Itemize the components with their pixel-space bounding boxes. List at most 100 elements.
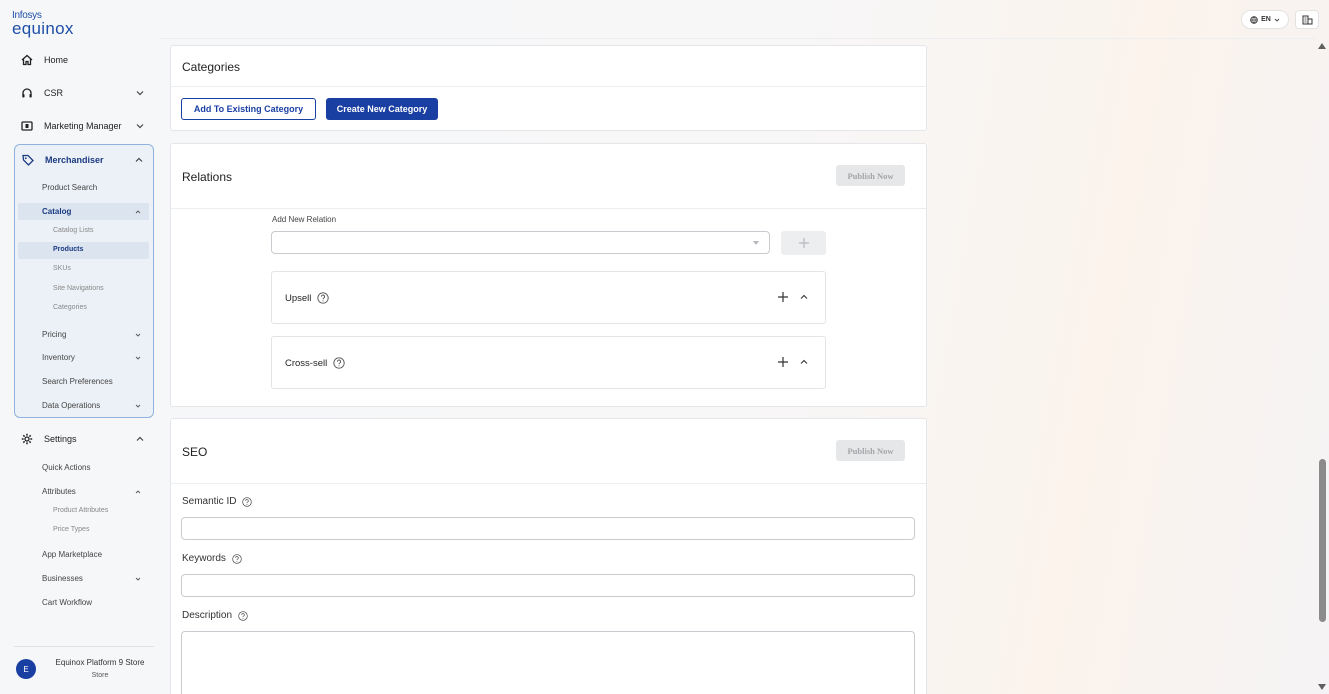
brand-logo[interactable]: Infosys equinox [12, 11, 74, 38]
chevron-down-icon [136, 91, 144, 96]
sidebar-item-businesses[interactable]: Businesses [42, 574, 83, 583]
chevron-down-icon [1274, 18, 1280, 22]
categories-card: Categories Add To Existing Category Crea… [170, 45, 927, 131]
add-new-relation-label: Add New Relation [272, 215, 337, 224]
sidebar-item-price-types[interactable]: Price Types [53, 526, 89, 533]
topbar-divider [160, 38, 1315, 39]
sidebar-item-label: Settings [44, 434, 77, 444]
semantic-id-label-row: Semantic ID [182, 496, 253, 507]
sidebar-item-catalog-lists[interactable]: Catalog Lists [53, 227, 93, 234]
scrollbar-thumb[interactable] [1319, 459, 1326, 622]
sidebar-item-product-attributes[interactable]: Product Attributes [53, 507, 108, 514]
headset-icon [20, 86, 34, 100]
sidebar-item-catalog-highlight [18, 203, 149, 220]
sidebar-item-product-search[interactable]: Product Search [42, 183, 97, 192]
caret-down-icon [753, 241, 759, 245]
sidebar-item-label: Marketing Manager [44, 121, 122, 131]
create-new-category-button[interactable]: Create New Category [326, 98, 438, 120]
chevron-down-icon [135, 333, 141, 337]
add-to-existing-category-button[interactable]: Add To Existing Category [181, 98, 316, 120]
store-switcher-button[interactable] [1295, 10, 1319, 29]
chevron-up-icon [135, 157, 143, 162]
sidebar: Infosys equinox Home CSR Marketing Manag… [0, 0, 160, 694]
collapse-upsell-chevron-up-icon[interactable] [799, 292, 809, 302]
sidebar-item-label: Merchandiser [45, 155, 104, 165]
add-cross-sell-plus-icon[interactable] [777, 356, 789, 368]
keywords-input[interactable] [181, 574, 915, 597]
chevron-up-icon [136, 436, 144, 441]
language-label: EN [1261, 16, 1271, 23]
sidebar-item-quick-actions[interactable]: Quick Actions [42, 463, 90, 472]
sidebar-item-cart-workflow[interactable]: Cart Workflow [42, 598, 92, 607]
sidebar-item-products[interactable]: Products [53, 246, 83, 253]
chevron-down-icon [136, 124, 144, 129]
cross-sell-panel: Cross-sell [271, 336, 826, 389]
billboard-icon [20, 119, 34, 133]
relations-title: Relations [182, 170, 233, 184]
sidebar-item-pricing[interactable]: Pricing [42, 330, 66, 339]
language-selector[interactable]: EN [1241, 10, 1289, 29]
store-type: Store [91, 672, 109, 679]
chevron-down-icon [135, 404, 141, 408]
chevron-up-icon [135, 490, 141, 494]
home-icon [20, 53, 34, 67]
card-divider [171, 86, 926, 87]
description-label-row: Description [182, 610, 248, 621]
sidebar-item-csr[interactable]: CSR [14, 81, 154, 105]
upsell-panel: Upsell [271, 271, 826, 324]
gear-icon [20, 432, 34, 446]
help-icon[interactable] [333, 357, 345, 369]
avatar[interactable]: E [16, 659, 36, 679]
seo-title: SEO [182, 445, 208, 459]
keywords-label: Keywords [182, 553, 226, 564]
sidebar-item-skus[interactable]: SKUs [53, 265, 71, 272]
scroll-down-arrow-icon[interactable] [1318, 684, 1326, 690]
tag-icon [21, 153, 35, 167]
sidebar-footer-divider [14, 646, 154, 647]
help-icon[interactable] [238, 610, 248, 621]
store-name[interactable]: Equinox Platform 9 Store [50, 658, 150, 667]
sidebar-item-site-navigations[interactable]: Site Navigations [53, 285, 104, 292]
help-icon[interactable] [232, 553, 242, 564]
scroll-up-arrow-icon[interactable] [1318, 43, 1326, 49]
sidebar-item-catalog[interactable]: Catalog [42, 207, 71, 216]
add-new-relation-select[interactable] [271, 231, 770, 254]
relations-card: Relations Publish Now Add New Relation U… [170, 143, 927, 407]
sidebar-item-label: CSR [44, 88, 64, 98]
help-icon[interactable] [317, 292, 330, 304]
sidebar-item-categories[interactable]: Categories [53, 304, 87, 311]
collapse-cross-sell-chevron-up-icon[interactable] [799, 357, 809, 367]
chevron-down-icon [135, 577, 141, 581]
semantic-id-label: Semantic ID [182, 496, 237, 507]
chevron-down-icon [135, 356, 141, 360]
page-scrollbar[interactable] [1315, 39, 1329, 694]
sidebar-item-products-highlight [18, 242, 149, 259]
sidebar-item-data-operations[interactable]: Data Operations [42, 401, 100, 410]
sidebar-item-label: Home [44, 55, 69, 65]
sidebar-item-home[interactable]: Home [14, 48, 154, 72]
description-textarea[interactable] [181, 631, 915, 694]
add-relation-button[interactable] [781, 231, 826, 255]
relations-publish-now-button[interactable]: Publish Now [836, 165, 905, 186]
chevron-up-icon [135, 210, 141, 214]
sidebar-item-search-preferences[interactable]: Search Preferences [42, 377, 113, 386]
sidebar-item-attributes[interactable]: Attributes [42, 487, 76, 496]
sidebar-item-merchandiser[interactable]: Merchandiser [15, 148, 153, 172]
seo-card: SEO Publish Now Semantic ID Keywords Des… [170, 418, 927, 694]
store-icon [1302, 15, 1312, 24]
plus-icon [798, 238, 809, 248]
sidebar-item-marketing-manager[interactable]: Marketing Manager [14, 114, 154, 138]
sidebar-item-inventory[interactable]: Inventory [42, 353, 75, 362]
card-divider [171, 483, 926, 484]
card-divider [171, 208, 926, 209]
description-label: Description [182, 610, 233, 621]
cross-sell-label: Cross-sell [285, 357, 328, 369]
keywords-label-row: Keywords [182, 553, 242, 564]
sidebar-item-app-marketplace[interactable]: App Marketplace [42, 550, 102, 559]
help-icon[interactable] [242, 496, 253, 507]
seo-publish-now-button[interactable]: Publish Now [836, 440, 905, 461]
add-upsell-plus-icon[interactable] [777, 291, 789, 303]
categories-title: Categories [182, 60, 241, 74]
sidebar-item-settings[interactable]: Settings [14, 427, 154, 451]
semantic-id-input[interactable] [181, 517, 915, 540]
